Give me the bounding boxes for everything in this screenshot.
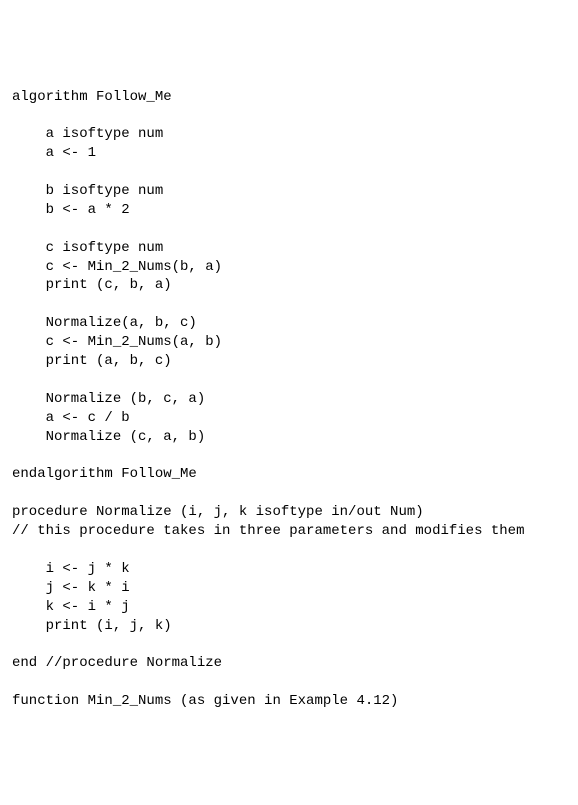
code-line: c isoftype num (12, 240, 163, 256)
code-line: a <- 1 (12, 145, 96, 161)
code-line: function Min_2_Nums (as given in Example… (12, 693, 398, 709)
code-line: end //procedure Normalize (12, 655, 222, 671)
code-line: procedure Normalize (i, j, k isoftype in… (12, 504, 424, 520)
code-line: j <- k * i (12, 580, 130, 596)
code-listing: algorithm Follow_Me a isoftype num a <- … (12, 88, 570, 711)
code-line: print (i, j, k) (12, 618, 172, 634)
code-line: i <- j * k (12, 561, 130, 577)
code-line: b <- a * 2 (12, 202, 130, 218)
code-line: b isoftype num (12, 183, 163, 199)
code-line: a <- c / b (12, 410, 130, 426)
code-line: algorithm Follow_Me (12, 89, 172, 105)
code-line: c <- Min_2_Nums(a, b) (12, 334, 222, 350)
code-line: print (c, b, a) (12, 277, 172, 293)
code-line: c <- Min_2_Nums(b, a) (12, 259, 222, 275)
code-line: Normalize(a, b, c) (12, 315, 197, 331)
code-line: k <- i * j (12, 599, 130, 615)
code-line: a isoftype num (12, 126, 163, 142)
code-line: Normalize (b, c, a) (12, 391, 205, 407)
code-line: print (a, b, c) (12, 353, 172, 369)
code-line: endalgorithm Follow_Me (12, 466, 197, 482)
code-line: Normalize (c, a, b) (12, 429, 205, 445)
code-line: // this procedure takes in three paramet… (12, 523, 524, 539)
